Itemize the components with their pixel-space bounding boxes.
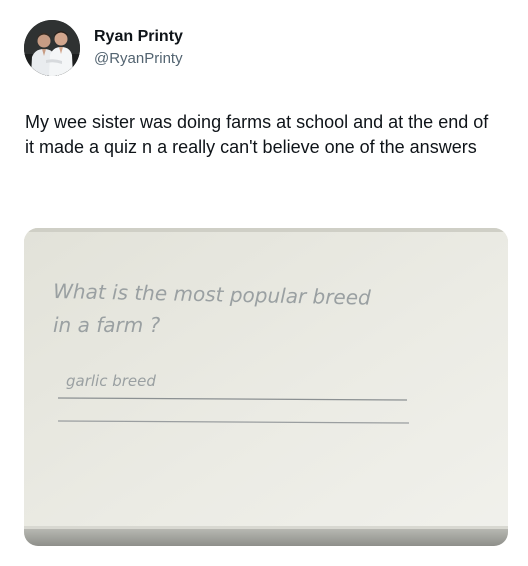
handwritten-answer: garlic breed xyxy=(66,372,156,390)
user-handle[interactable]: @RyanPrinty xyxy=(94,49,183,69)
tweet-image[interactable]: What is the most popular breed in a farm… xyxy=(24,228,508,546)
tweet-header: Ryan Printy @RyanPrinty xyxy=(24,20,494,80)
tweet-card: Ryan Printy @RyanPrinty My wee sister wa… xyxy=(0,0,528,566)
profile-photo-two-men-icon[interactable] xyxy=(24,20,80,76)
user-identity: Ryan Printy @RyanPrinty xyxy=(94,27,183,69)
paper-bottom-edge xyxy=(24,528,508,546)
tweet-text: My wee sister was doing farms at school … xyxy=(25,112,489,157)
display-name[interactable]: Ryan Printy xyxy=(94,27,183,47)
quiz-paper-photo: What is the most popular breed in a farm… xyxy=(24,228,508,546)
handwritten-question-line-2: in a farm ? xyxy=(53,313,161,337)
